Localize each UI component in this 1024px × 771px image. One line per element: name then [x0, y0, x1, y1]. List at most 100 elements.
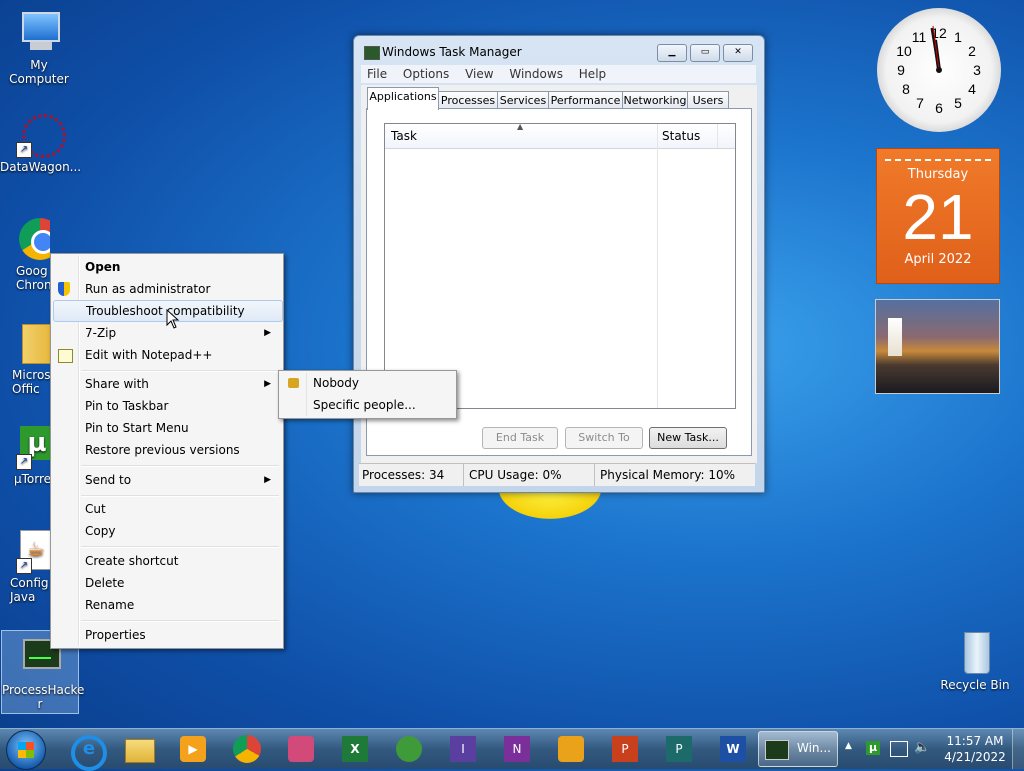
clock-number: 5 — [954, 95, 962, 111]
menu-item-notepadpp[interactable]: Edit with Notepad++ — [53, 344, 281, 366]
clock-number: 8 — [902, 81, 910, 97]
status-divider — [463, 464, 464, 486]
close-button[interactable]: ✕ — [723, 44, 753, 62]
desktop-icon-utorrent[interactable]: µ ↗ µTorre — [0, 424, 50, 486]
ie-icon[interactable]: e — [69, 733, 107, 771]
chrome-taskbar-icon[interactable] — [231, 733, 263, 765]
show-desktop-button[interactable] — [1012, 729, 1024, 769]
tab-services[interactable]: Services — [497, 91, 549, 109]
desktop-icon-label: ProcessHacke r — [2, 683, 85, 711]
menu-separator — [81, 620, 279, 622]
tab-networking[interactable]: Networking — [622, 91, 688, 109]
tab-performance[interactable]: Performance — [548, 91, 623, 109]
datawagon-icon: ↗ — [16, 112, 66, 158]
status-processes: Processes: 34 — [362, 468, 445, 482]
task-manager-icon — [364, 46, 380, 60]
menu-file[interactable]: File — [367, 67, 387, 81]
menu-item-properties[interactable]: Properties — [53, 624, 281, 646]
media-player-icon[interactable]: ▶ — [177, 733, 209, 765]
menu-item-label: Cut — [85, 502, 106, 516]
menu-item-label: Share with — [85, 377, 149, 391]
publisher-icon[interactable]: P — [663, 733, 695, 765]
tab-processes[interactable]: Processes — [438, 91, 498, 109]
keys-app-icon[interactable] — [285, 733, 317, 765]
menu-view[interactable]: View — [465, 67, 493, 81]
clock-gadget[interactable]: 12 1 2 3 4 5 6 7 8 9 10 11 — [877, 8, 1001, 132]
column-task[interactable]: Task — [391, 129, 655, 143]
desktop-icon-datawagon[interactable]: ↗ DataWagon... — [0, 112, 81, 174]
task-manager-window[interactable]: Windows Task Manager ▁ ▭ ✕ File Options … — [353, 35, 765, 493]
menu-help[interactable]: Help — [579, 67, 606, 81]
clock-face: 12 1 2 3 4 5 6 7 8 9 10 11 — [896, 25, 981, 116]
desktop-icon-recycle-bin[interactable]: Recycle Bin — [936, 630, 1014, 692]
calendar-rings — [885, 149, 991, 161]
word-icon[interactable]: W — [717, 733, 749, 765]
onenote-icon[interactable]: N — [501, 733, 533, 765]
menu-separator — [81, 495, 279, 497]
menu-windows[interactable]: Windows — [509, 67, 563, 81]
tab-applications[interactable]: Applications — [367, 87, 439, 110]
maximize-button[interactable]: ▭ — [690, 44, 720, 62]
menu-item-open[interactable]: Open — [53, 256, 281, 278]
sync-app-icon[interactable] — [393, 733, 425, 765]
column-divider — [717, 124, 718, 148]
menu-item-send-to[interactable]: Send to ▶ — [53, 469, 281, 491]
column-divider — [657, 124, 658, 408]
slideshow-gadget[interactable] — [875, 299, 1000, 394]
desktop-icon-label: My Computer — [9, 58, 69, 86]
menu-item-cut[interactable]: Cut — [53, 498, 281, 520]
menu-bar: File Options View Windows Help — [361, 65, 756, 83]
network-tray-icon[interactable] — [890, 741, 908, 757]
windows-logo-icon — [18, 742, 34, 758]
menu-item-pin-taskbar[interactable]: Pin to Taskbar — [53, 395, 281, 417]
task-list[interactable]: ▲ Task Status — [384, 122, 736, 409]
menu-options[interactable]: Options — [403, 67, 449, 81]
start-button[interactable] — [6, 730, 46, 770]
outlook-icon[interactable] — [555, 733, 587, 765]
menu-item-label: 7-Zip — [85, 326, 117, 340]
infopath-icon[interactable]: I — [447, 733, 479, 765]
minimize-button[interactable]: ▁ — [657, 44, 687, 62]
menu-item-create-shortcut[interactable]: Create shortcut — [53, 550, 281, 572]
desktop-icon-office[interactable]: Micros Offic — [0, 320, 50, 396]
submenu-arrow-icon: ▶ — [264, 379, 271, 389]
menu-item-copy[interactable]: Copy — [53, 520, 281, 542]
excel-icon[interactable]: X — [339, 733, 371, 765]
recycle-bin-icon — [952, 630, 998, 676]
menu-item-delete[interactable]: Delete — [53, 572, 281, 594]
powerpoint-icon[interactable]: P — [609, 733, 641, 765]
clock-number: 10 — [896, 43, 912, 59]
desktop-icon-chrome[interactable]: Goog Chron — [0, 216, 50, 292]
end-task-button[interactable]: End Task — [482, 427, 558, 449]
column-status[interactable]: Status — [662, 129, 700, 143]
tab-users[interactable]: Users — [687, 91, 729, 109]
clock-date[interactable]: 4/21/2022 — [944, 750, 1006, 764]
new-task-button[interactable]: New Task... — [649, 427, 727, 449]
menu-item-run-as-admin[interactable]: Run as administrator — [53, 278, 281, 300]
calendar-gadget[interactable]: Thursday 21 April 2022 — [876, 148, 1000, 284]
desktop-icon-java[interactable]: ☕ ↗ Config Java — [0, 528, 50, 604]
java-icon: ☕ ↗ — [2, 528, 50, 574]
clock-number: 1 — [954, 29, 962, 45]
desktop-icon-label: µTorre — [14, 472, 50, 486]
desktop-icon-my-computer[interactable]: My Computer — [0, 10, 78, 86]
menu-item-restore-versions[interactable]: Restore previous versions — [53, 439, 281, 461]
task-manager-taskbar-icon — [765, 740, 789, 760]
show-hidden-icons-button[interactable]: ▲ — [845, 741, 852, 751]
menu-separator — [81, 465, 279, 467]
submenu-item-specific-people[interactable]: Specific people... — [281, 394, 454, 416]
submenu-item-label: Nobody — [313, 376, 359, 390]
menu-item-pin-start[interactable]: Pin to Start Menu — [53, 417, 281, 439]
menu-item-share-with[interactable]: Share with ▶ — [53, 373, 281, 395]
volume-tray-icon[interactable]: 🔈 — [914, 740, 930, 755]
clock-time[interactable]: 11:57 AM — [944, 734, 1006, 748]
submenu-item-nobody[interactable]: Nobody — [281, 372, 454, 394]
menu-item-rename[interactable]: Rename — [53, 594, 281, 616]
switch-to-button[interactable]: Switch To — [565, 427, 643, 449]
explorer-folder-icon[interactable] — [123, 733, 155, 765]
taskbar-button-task-manager[interactable]: Win... — [758, 731, 838, 767]
notepad-icon — [58, 349, 73, 363]
calendar-month-year: April 2022 — [904, 252, 972, 267]
utorrent-tray-icon[interactable]: µ — [866, 741, 880, 755]
clock-number: 6 — [935, 100, 943, 116]
